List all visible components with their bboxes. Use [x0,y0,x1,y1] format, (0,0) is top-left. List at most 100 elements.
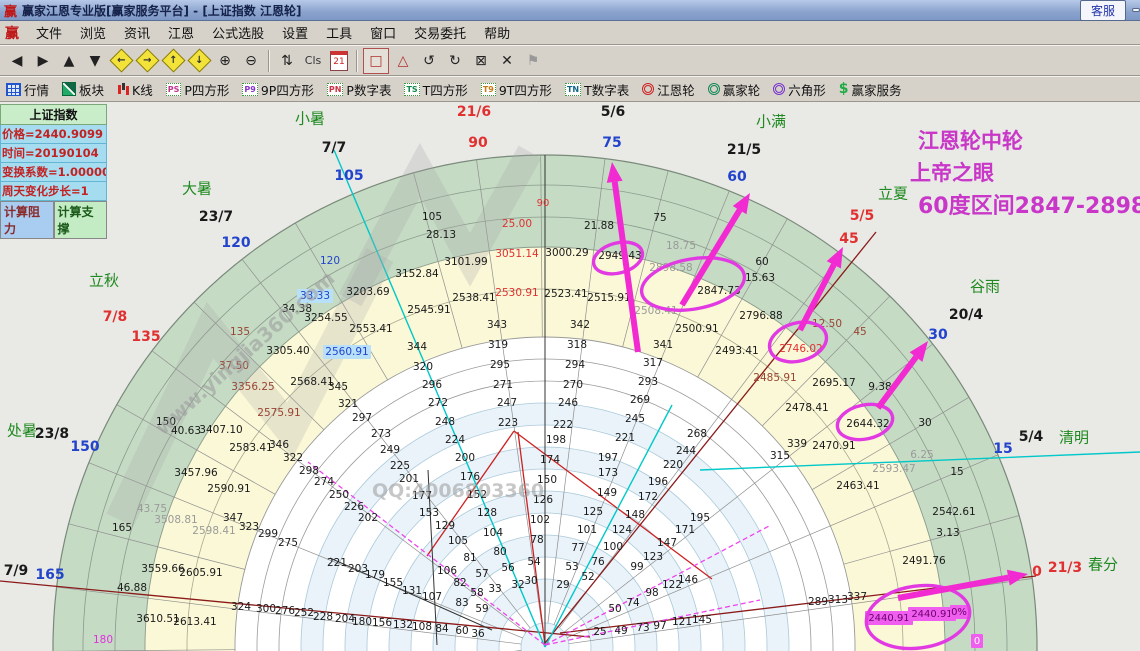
calc-resistance-button[interactable]: 计算阻力 [0,201,54,239]
wheel-label: 245 [625,413,645,425]
wheel-label: 297 [352,412,372,424]
wheel-label: 2695.17 [812,377,855,389]
ribbon-item-candle[interactable]: K线 [117,80,153,99]
ribbon-label: 江恩轮 [657,82,695,98]
flag-tool-icon[interactable]: ⚑ [521,49,545,73]
ribbon-item-ring[interactable]: 赢家轮 [707,80,760,99]
wheel-label: 77 [571,542,584,554]
wheel-label: 322 [283,452,303,464]
tilt-up-icon[interactable]: ▲ [57,49,81,73]
pan-left-icon[interactable]: ← [108,48,134,73]
menu-item-1[interactable]: 浏览 [71,21,115,44]
wheel-label: 271 [493,379,513,391]
ribbon-item-P9[interactable]: P9 9P四方形 [242,80,314,99]
triangle-tool-icon[interactable]: △ [391,49,415,73]
wheel-label: 36 [471,628,485,640]
wheel-label: 273 [371,428,391,440]
ribbon-item-ring[interactable]: 江恩轮 [642,80,695,99]
scatter-tool-icon[interactable]: ✕ [495,49,519,73]
menu-item-0[interactable]: 文件 [27,21,71,44]
wheel-label: 2598.41 [192,525,235,537]
wheel-outer-label: 60 [727,169,747,185]
TS-icon: TS [404,82,420,96]
ribbon-item-T9[interactable]: T9 9T四方形 [480,80,552,99]
wheel-label: 313 [828,594,848,606]
wheel-label: 293 [638,376,658,388]
cls-button[interactable]: Cls [301,49,325,73]
blocks-icon [62,82,77,96]
ribbon-item-grid[interactable]: 行情 [6,80,49,99]
wheel-label: 337 [847,591,867,603]
customer-service-button[interactable]: 客服 [1079,0,1126,21]
wheel-label: 320 [413,361,433,373]
wheel-label: 25.00 [502,218,532,230]
wheel-label: 76 [591,556,605,568]
ribbon-item-dollar[interactable]: $ 赢家服务 [839,80,902,99]
pan-up-icon[interactable]: ↑ [160,48,186,73]
menu-item-3[interactable]: 江恩 [159,21,203,44]
wheel-label: 200 [455,452,475,464]
titlebar-partial-button[interactable] [1132,8,1140,12]
menu-item-7[interactable]: 窗口 [361,21,405,44]
wheel-outer-label: 105 [334,168,363,184]
wheel-label: 78 [530,534,543,546]
zoom-out-icon[interactable]: ⊖ [239,49,263,73]
ribbon-item-TS[interactable]: TS T四方形 [404,80,468,99]
wheel-label: 202 [358,512,378,524]
wheel-label: 28.13 [426,229,456,241]
rotate-ccw-icon[interactable]: ↺ [417,49,441,73]
info-row-0: 价格=2440.9099 [0,125,107,144]
wheel-outer-label: 150 [70,439,99,455]
menu-bar: 赢 文件 浏览 资讯 江恩 公式选股 设置 工具 窗口 交易委托 帮助 [0,21,1140,45]
wheel-label: 60 [455,625,468,637]
menu-item-5[interactable]: 设置 [273,21,317,44]
menu-item-2[interactable]: 资讯 [115,21,159,44]
menu-item-8[interactable]: 交易委托 [405,21,475,44]
wheel-label: 52 [581,571,594,583]
wheel-label: 54 [527,556,541,568]
wheel-label: 59 [475,603,488,615]
wheel-label: 3254.55 [304,312,347,324]
wheel-outer-label: 21/6 [457,104,491,120]
wheel-label: 2593.47 [872,463,915,475]
grid-icon [6,82,21,96]
wheel-label: 180 [352,616,372,628]
menu-item-9[interactable]: 帮助 [475,21,519,44]
ribbon-item-ring[interactable]: 六角形 [773,80,826,99]
wheel-outer-label: 春分 [1088,556,1118,574]
pan-down-icon[interactable]: ↓ [186,48,212,73]
wheel-label: 2491.76 [902,555,946,567]
calc-support-button[interactable]: 计算支撑 [53,201,107,239]
pan-right-icon[interactable]: → [134,48,160,73]
wheel-outer-label: 23/8 [35,426,69,442]
menu-item-6[interactable]: 工具 [317,21,361,44]
wheel-label: 123 [643,551,663,563]
wheel-label: 250 [329,489,349,501]
updown-icon[interactable]: ⇅ [275,49,299,73]
rect-tool-icon[interactable]: □ [363,47,389,74]
wheel-label: 32 [511,579,524,591]
zoom-in-icon[interactable]: ⊕ [213,49,237,73]
tilt-down-icon[interactable]: ▼ [83,49,107,73]
ribbon-item-PS[interactable]: PS P四方形 [165,80,229,99]
ribbon-item-blocks[interactable]: 板块 [62,80,104,99]
wheel-label: 196 [648,476,668,488]
candle-icon [117,82,130,96]
wheel-label: 197 [598,452,618,464]
calendar-icon[interactable]: 21 [327,49,351,73]
wheel-label: 104 [483,527,503,539]
wheel-outer-label: 清明 [1059,429,1089,447]
nav-forward-icon[interactable]: ▶ [31,49,55,73]
region-tool-icon[interactable]: ⊠ [469,49,493,73]
ribbon-item-PN[interactable]: PN P数字表 [326,80,391,99]
rotate-cw-icon[interactable]: ↻ [443,49,467,73]
nav-back-icon[interactable]: ◀ [5,49,29,73]
menu-item-4[interactable]: 公式选股 [203,21,273,44]
wheel-label: 30 [524,575,537,587]
wheel-label: 101 [577,524,597,536]
wheel-label: 106 [437,565,457,577]
wheel-outer-label: 小暑 [295,110,325,128]
wheel-label: 2613.41 [173,616,216,628]
ribbon-item-TN[interactable]: TN T数字表 [564,80,629,99]
wheel-label: 2470.91 [812,440,855,452]
